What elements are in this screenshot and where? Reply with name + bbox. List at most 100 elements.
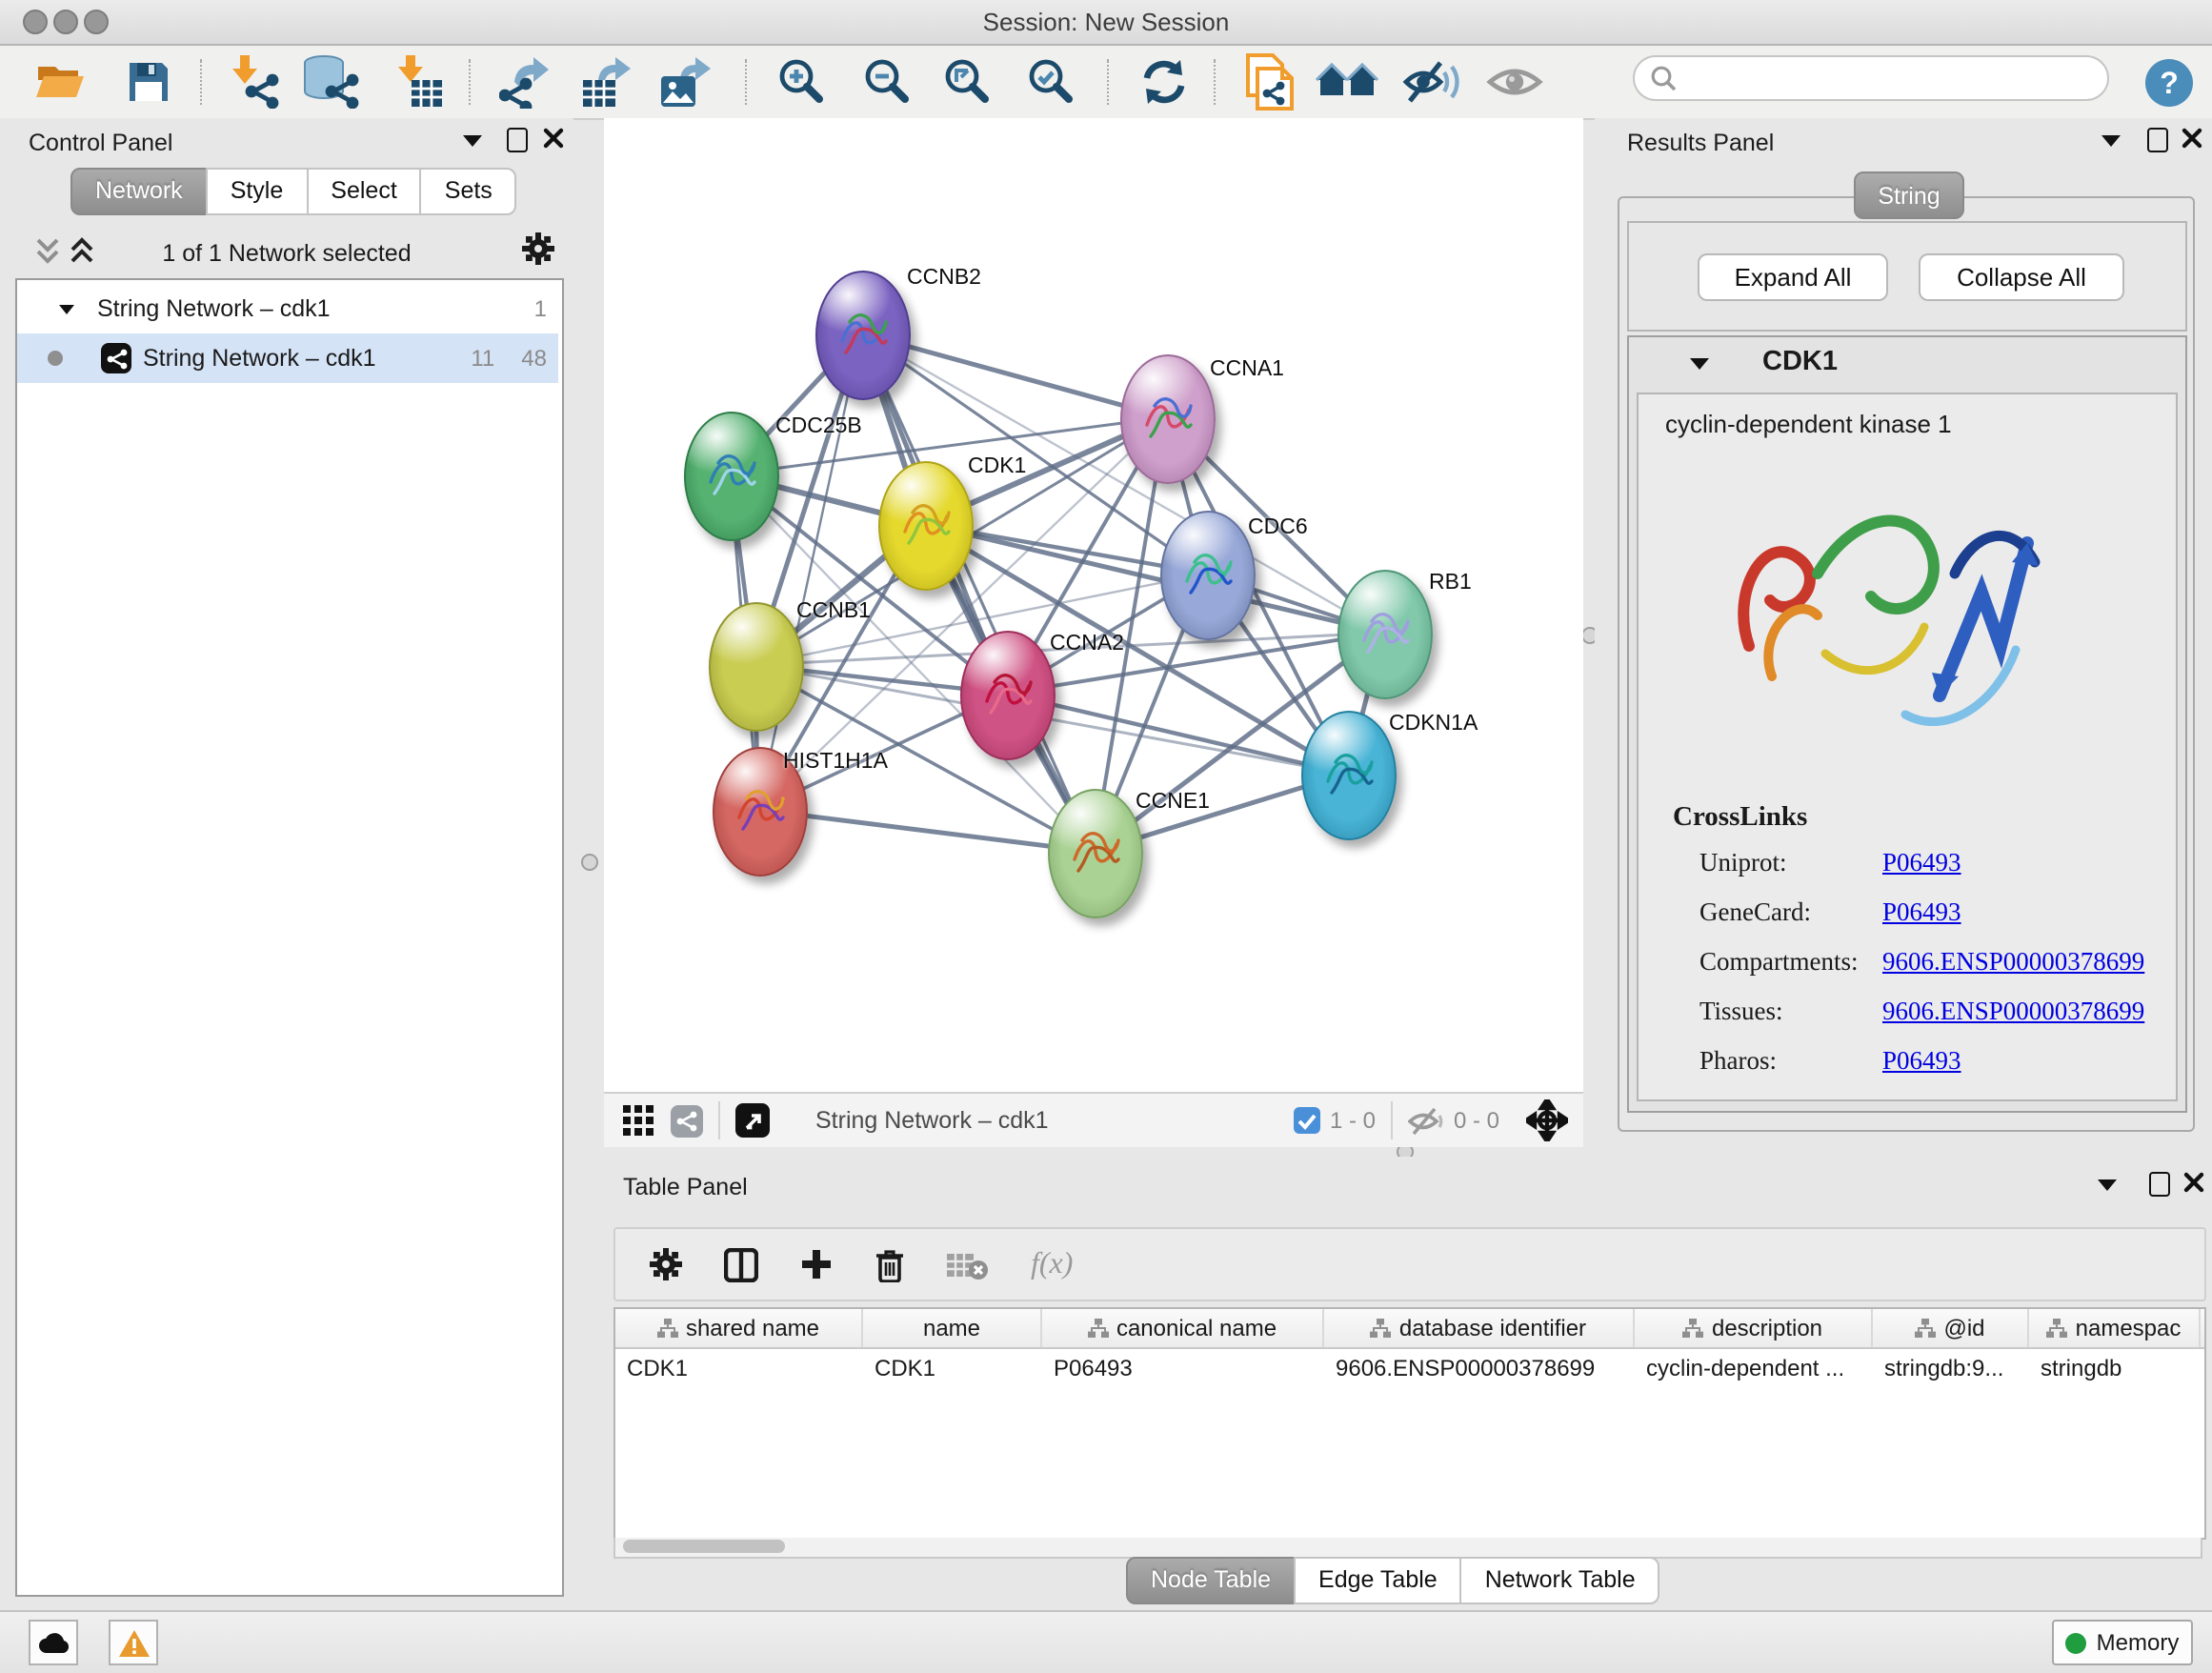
network-node-CCNA1[interactable] — [1120, 354, 1216, 484]
tab-sets[interactable]: Sets — [420, 168, 517, 215]
network-edge[interactable] — [758, 333, 861, 810]
export-image-icon[interactable] — [657, 55, 711, 109]
tab-network-table[interactable]: Network Table — [1460, 1557, 1660, 1604]
delete-table-icon[interactable] — [947, 1249, 989, 1280]
export-network-icon[interactable] — [499, 55, 549, 109]
warnings-button[interactable] — [109, 1620, 158, 1665]
float-panel-icon[interactable] — [2147, 128, 2168, 152]
network-view-icon[interactable] — [671, 1104, 703, 1137]
network-canvas[interactable]: CCNB2CCNA1CDC25BCDK1CDC6RB1CCNB1CCNA2CDK… — [604, 118, 1583, 1092]
save-session-icon[interactable] — [126, 55, 171, 109]
cloud-tasks-button[interactable] — [29, 1620, 78, 1665]
tab-select[interactable]: Select — [306, 168, 422, 215]
crosslink-link[interactable]: 9606.ENSP00000378699 — [1882, 947, 2144, 978]
tab-string[interactable]: String — [1854, 171, 1964, 219]
import-network-from-database-icon[interactable] — [301, 55, 362, 109]
delete-column-icon[interactable] — [875, 1247, 905, 1281]
selected-checkbox-icon[interactable] — [1294, 1107, 1320, 1134]
column-header-canonical-name[interactable]: canonical name — [1042, 1309, 1324, 1347]
network-node-RB1[interactable] — [1337, 570, 1433, 699]
import-table-icon[interactable] — [398, 55, 444, 109]
network-node-CDC25B[interactable] — [684, 412, 779, 541]
add-column-icon[interactable] — [800, 1248, 833, 1280]
refresh-icon[interactable] — [1139, 55, 1189, 109]
network-node-CCNB2[interactable] — [815, 271, 911, 400]
protein-ribbon-icon — [1179, 539, 1237, 608]
column-header-database-identifier[interactable]: database identifier — [1324, 1309, 1635, 1347]
scrollbar-thumb[interactable] — [623, 1540, 785, 1553]
column-header-description[interactable]: description — [1635, 1309, 1873, 1347]
panel-menu-icon[interactable] — [2101, 135, 2121, 147]
tree-row-network[interactable]: String Network – cdk1 11 48 — [17, 333, 558, 383]
column-header-shared-name[interactable]: shared name — [615, 1309, 863, 1347]
panel-menu-icon[interactable] — [463, 135, 482, 147]
column-header-label: shared name — [686, 1315, 819, 1341]
gear-icon[interactable] — [522, 232, 554, 265]
network-edge[interactable] — [758, 810, 1094, 852]
houses-icon[interactable] — [1315, 55, 1379, 109]
float-panel-icon[interactable] — [2149, 1172, 2170, 1197]
export-table-icon[interactable] — [579, 55, 633, 109]
import-network-icon[interactable] — [232, 55, 282, 109]
close-panel-icon[interactable] — [543, 128, 564, 149]
crosslink-link[interactable]: P06493 — [1882, 897, 1961, 928]
column-header-label: description — [1712, 1315, 1822, 1341]
show-columns-icon[interactable] — [724, 1247, 758, 1281]
open-in-new-window-icon[interactable] — [735, 1103, 770, 1138]
grid-view-icon[interactable] — [623, 1104, 655, 1137]
network-node-CCNA2[interactable] — [960, 631, 1056, 760]
network-node-CDKN1A[interactable] — [1301, 711, 1397, 840]
network-node-CCNB1[interactable] — [709, 602, 804, 732]
network-node-CDK1[interactable] — [878, 461, 974, 591]
column-header-name[interactable]: name — [863, 1309, 1042, 1347]
open-folder-icon[interactable] — [34, 55, 86, 109]
network-edge[interactable] — [1006, 694, 1347, 774]
network-node-CCNE1[interactable] — [1048, 789, 1143, 918]
table-row[interactable]: CDK1CDK1P064939606.ENSP00000378699cyclin… — [615, 1349, 2204, 1389]
toolbar-separator — [1214, 59, 1216, 105]
search-input[interactable] — [1677, 63, 2065, 93]
show-eye-icon[interactable] — [1486, 55, 1543, 109]
table-horizontal-scrollbar[interactable] — [613, 1538, 2202, 1559]
hide-eye-icon[interactable] — [1402, 55, 1459, 109]
help-icon[interactable]: ? — [2143, 55, 2195, 109]
tree-collection-count: 1 — [534, 295, 547, 322]
collapse-all-button[interactable]: Collapse All — [1919, 253, 2124, 301]
vertical-splitter-handle[interactable] — [581, 854, 598, 871]
tab-network[interactable]: Network — [70, 168, 208, 215]
network-node-CDC6[interactable] — [1160, 511, 1256, 640]
birds-eye-view-icon[interactable] — [1526, 1099, 1568, 1141]
table-header-row: shared name namecanonical namedatabase id… — [615, 1309, 2204, 1349]
expand-all-button[interactable]: Expand All — [1698, 253, 1888, 301]
zoom-selected-icon[interactable] — [1027, 55, 1076, 109]
status-bar: Memory — [0, 1610, 2212, 1673]
network-node-label: CCNE1 — [1136, 791, 1210, 814]
zoom-in-icon[interactable] — [777, 55, 827, 109]
network-edge[interactable] — [861, 333, 1094, 852]
search-field[interactable] — [1633, 55, 2109, 101]
close-panel-icon[interactable] — [2183, 1172, 2204, 1193]
tree-row-collection[interactable]: String Network – cdk1 1 — [17, 284, 558, 333]
zoom-fit-icon[interactable] — [943, 55, 993, 109]
node-table: shared name namecanonical namedatabase id… — [613, 1307, 2206, 1540]
column-header--id[interactable]: @id — [1873, 1309, 2029, 1347]
memory-button[interactable]: Memory — [2052, 1620, 2193, 1665]
tab-edge-table[interactable]: Edge Table — [1294, 1557, 1462, 1604]
crosslink-link[interactable]: P06493 — [1882, 1046, 1961, 1077]
crosslink-link[interactable]: 9606.ENSP00000378699 — [1882, 997, 2144, 1027]
crosslink-label: Compartments: — [1699, 947, 1859, 978]
column-header-namespac[interactable]: namespac — [2029, 1309, 2201, 1347]
float-panel-icon[interactable] — [507, 128, 528, 152]
panel-menu-icon[interactable] — [2098, 1179, 2117, 1191]
close-panel-icon[interactable] — [2182, 128, 2202, 149]
table-gear-icon[interactable] — [650, 1248, 682, 1280]
tab-style[interactable]: Style — [206, 168, 309, 215]
tab-node-table[interactable]: Node Table — [1126, 1557, 1296, 1604]
crosslink-label: GeneCard: — [1699, 897, 1811, 928]
collapse-entry-icon[interactable] — [1690, 358, 1709, 370]
crosslink-label: Tissues: — [1699, 997, 1783, 1027]
zoom-out-icon[interactable] — [863, 55, 913, 109]
duplicate-network-icon[interactable] — [1242, 55, 1296, 109]
crosslink-link[interactable]: P06493 — [1882, 848, 1961, 878]
tree-expander-icon[interactable] — [59, 304, 74, 313]
